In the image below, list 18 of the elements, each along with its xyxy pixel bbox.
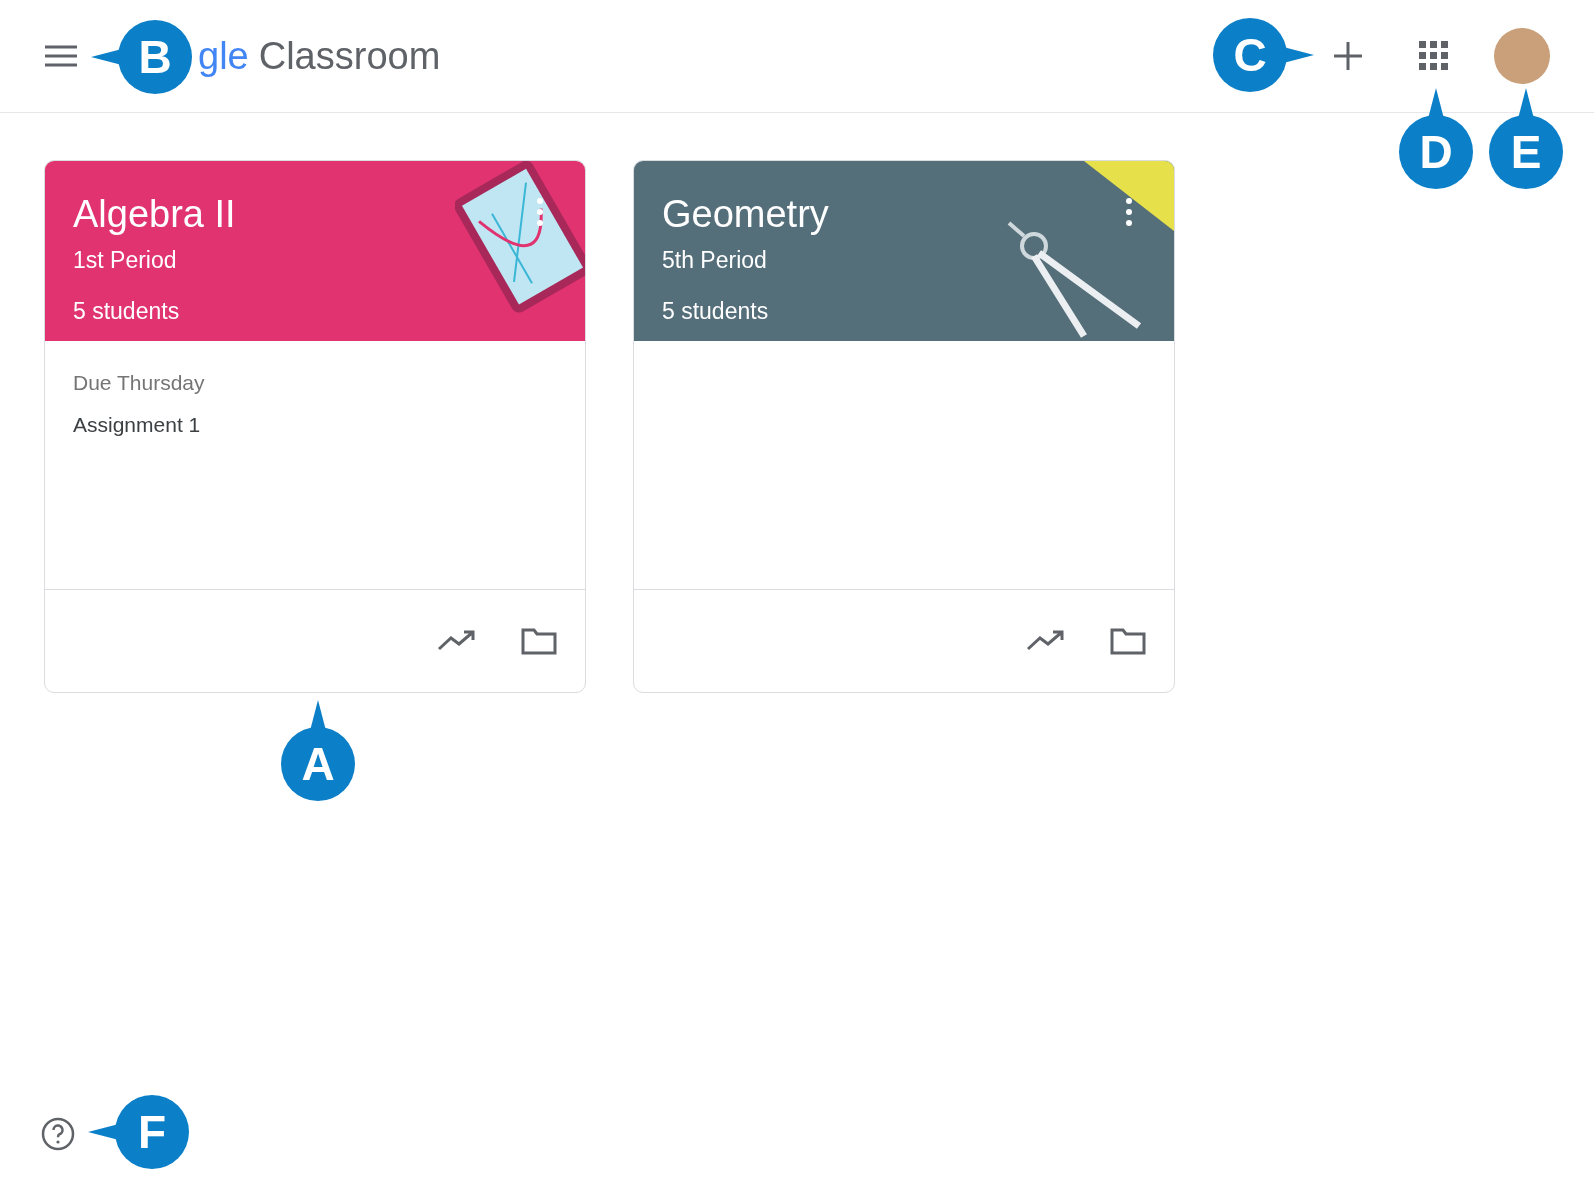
assignment-link[interactable]: Assignment 1 [73,408,585,440]
student-count: 5 students [662,296,769,326]
more-options-icon[interactable] [535,197,545,227]
folder-icon[interactable] [521,627,557,655]
folder-icon[interactable] [1110,627,1146,655]
due-date: Due Thursday [73,370,206,396]
class-title[interactable]: Geometry [662,191,829,237]
trending-up-icon[interactable] [437,629,477,653]
class-period: 5th Period [662,246,767,275]
app-name: Classroom [258,33,441,79]
class-period: 1st Period [73,246,177,275]
trending-up-icon[interactable] [1026,629,1066,653]
help-icon[interactable] [40,1116,76,1152]
logo-text: gle [198,33,249,79]
apps-grid-icon[interactable] [1418,40,1450,72]
student-count: 5 students [73,296,180,326]
class-title[interactable]: Algebra II [73,191,236,237]
more-options-icon[interactable] [1124,197,1134,227]
